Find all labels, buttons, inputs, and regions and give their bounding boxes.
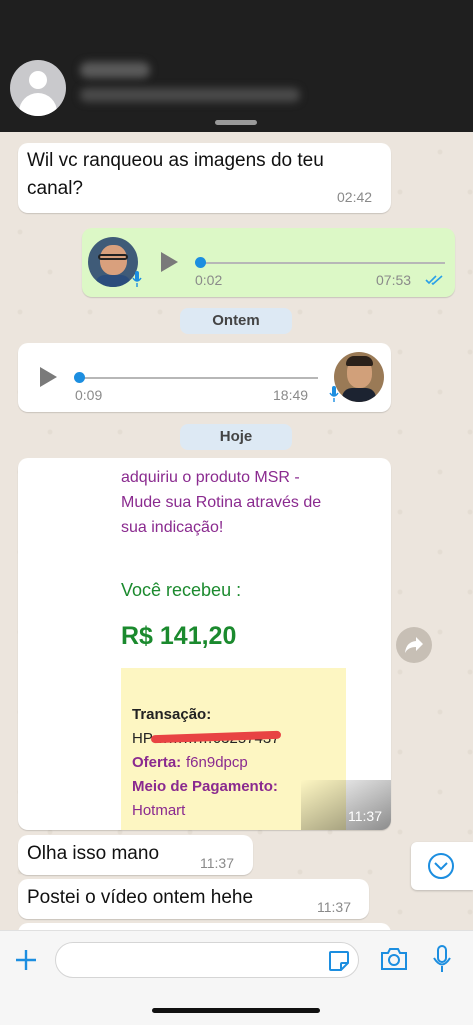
chat-area: Wil vc ranqueou as imagens do teu canal?…	[0, 132, 473, 930]
forward-icon	[405, 637, 423, 653]
message-incoming[interactable]: Postei o vídeo ontem hehe 11:37	[18, 879, 369, 919]
meio-value: Hotmart	[132, 802, 186, 819]
sender-avatar	[88, 237, 138, 287]
avatar-head	[29, 71, 47, 89]
sticker-icon[interactable]	[328, 950, 350, 972]
message-time: 02:42	[337, 189, 373, 205]
chevron-down-icon	[428, 853, 454, 879]
camera-icon[interactable]	[380, 947, 408, 971]
voice-progress-track[interactable]	[78, 377, 318, 379]
voice-progress-track[interactable]	[200, 262, 445, 264]
plus-icon[interactable]	[15, 949, 37, 971]
meio-label: Meio de Pagamento:	[132, 778, 278, 795]
message-time: 11:37	[200, 855, 234, 871]
play-icon[interactable]	[161, 252, 178, 272]
voice-elapsed: 0:02	[195, 272, 223, 288]
received-label: Você recebeu :	[121, 580, 242, 600]
mic-icon[interactable]	[433, 945, 451, 973]
oferta-label: Oferta:	[132, 754, 182, 771]
email-screenshot: adquiriu o produto MSR - Mude sua Rotina…	[51, 458, 378, 830]
sheet-handle[interactable]	[215, 120, 257, 125]
voice-progress-knob[interactable]	[74, 372, 85, 383]
contact-avatar[interactable]	[10, 60, 66, 116]
message-time: 11:37	[317, 899, 351, 915]
message-text: Olha isso mano	[27, 843, 160, 864]
oferta-value: f6n9dpcp	[186, 754, 248, 771]
voice-progress-knob[interactable]	[195, 257, 206, 268]
email-line: sua indicação!	[121, 519, 224, 536]
message-text: Wil vc ranqueou as imagens do teu canal?	[27, 150, 324, 199]
home-indicator[interactable]	[152, 1008, 320, 1013]
contact-status-blurred	[80, 88, 300, 102]
day-separator: Ontem	[180, 308, 292, 334]
play-icon[interactable]	[40, 367, 57, 387]
message-incoming-partial[interactable]	[18, 923, 391, 930]
message-time: 11:37	[348, 808, 382, 824]
day-separator: Hoje	[180, 424, 292, 450]
scroll-to-bottom-button[interactable]	[411, 842, 473, 890]
mic-icon	[329, 386, 339, 402]
forward-button[interactable]	[396, 627, 432, 663]
amount: R$ 141,20	[121, 622, 237, 650]
mic-icon	[132, 271, 142, 287]
voice-elapsed: 0:09	[75, 387, 103, 403]
input-bar	[0, 930, 473, 1025]
contact-name-blurred[interactable]	[80, 62, 150, 78]
voice-message-incoming[interactable]: 0:09 18:49	[18, 343, 391, 412]
read-ticks-icon	[425, 275, 443, 286]
chat-header	[0, 0, 473, 132]
email-line: Mude sua Rotina através de	[121, 494, 322, 511]
transacao-label: Transação:	[132, 706, 212, 723]
voice-duration: 07:53	[376, 272, 412, 288]
message-input[interactable]	[55, 942, 359, 978]
message-incoming[interactable]: Wil vc ranqueou as imagens do teu canal?…	[18, 143, 391, 213]
voice-duration: 18:49	[273, 387, 309, 403]
avatar-body	[19, 93, 57, 116]
sender-avatar	[334, 352, 384, 402]
message-text: Postei o vídeo ontem hehe	[27, 887, 254, 908]
voice-message-outgoing[interactable]: 0:02 07:53	[82, 228, 455, 297]
image-message[interactable]: adquiriu o produto MSR - Mude sua Rotina…	[18, 458, 391, 830]
email-line: adquiriu o produto MSR -	[121, 469, 300, 486]
message-incoming[interactable]: Olha isso mano 11:37	[18, 835, 253, 875]
